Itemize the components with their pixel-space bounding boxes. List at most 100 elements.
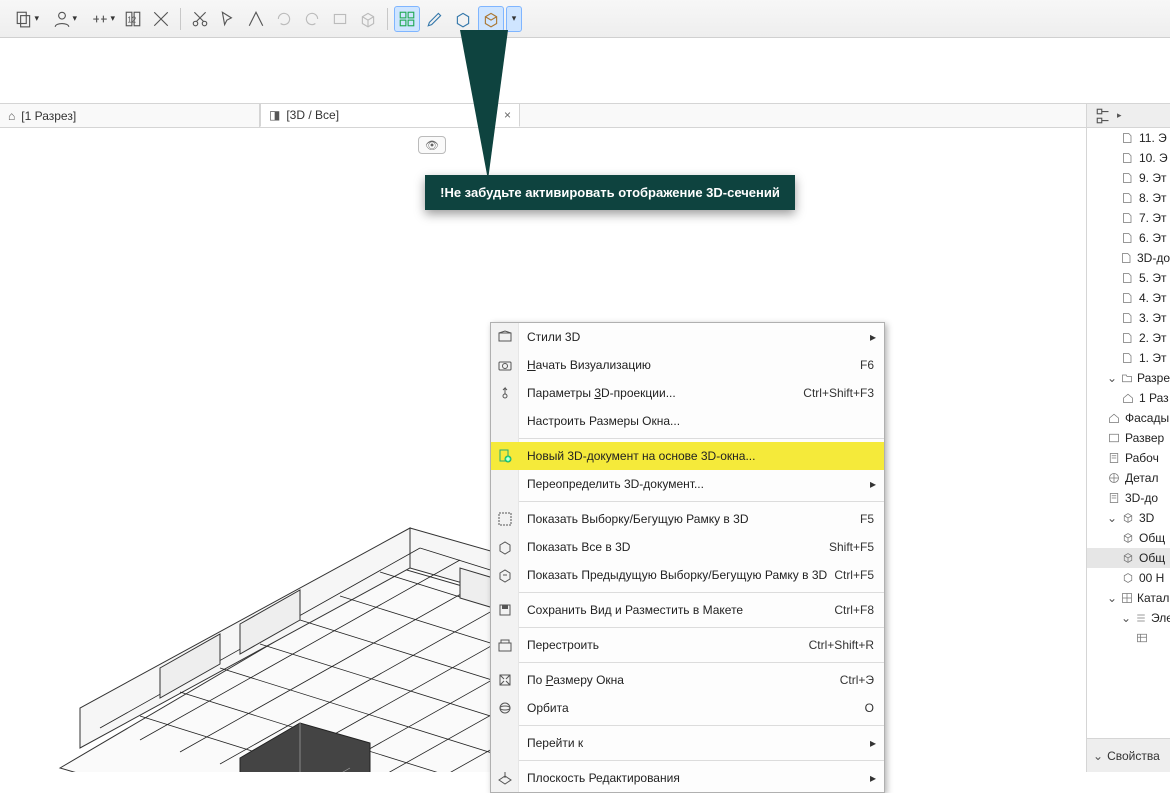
tool-wire[interactable]	[450, 6, 476, 32]
page-icon	[1121, 271, 1135, 285]
navigator-tree[interactable]: 11. Э10. Э9. Эт8. Эт7. Эт6. Эт3D-до5. Эт…	[1087, 128, 1170, 738]
menu-item[interactable]: Параметры 3D-проекции...Ctrl+Shift+F3	[491, 379, 884, 407]
fold-icon	[1121, 371, 1133, 385]
nav-item[interactable]: Рабоч	[1087, 448, 1170, 468]
nav-item[interactable]: ⌄3D	[1087, 508, 1170, 528]
axo-icon	[1121, 571, 1135, 585]
nav-item[interactable]: Детал	[1087, 468, 1170, 488]
nav-item-label: Фасады	[1125, 411, 1169, 425]
tool-grid[interactable]: 12	[120, 6, 146, 32]
nav-item[interactable]: 6. Эт	[1087, 228, 1170, 248]
nav-item[interactable]: ⌄Катало	[1087, 588, 1170, 608]
properties-bar[interactable]: ⌄ Свойства	[1086, 738, 1170, 772]
tool-rect[interactable]	[327, 6, 353, 32]
nav-item[interactable]: 5. Эт	[1087, 268, 1170, 288]
tool-link[interactable]: ▾	[82, 6, 118, 32]
submenu-arrow-icon: ▸	[870, 771, 884, 785]
tool-bound[interactable]	[243, 6, 269, 32]
page-icon	[1121, 131, 1135, 145]
nav-item-label: Детал	[1125, 471, 1158, 485]
menu-item[interactable]: По Размеру ОкнаCtrl+Э	[491, 666, 884, 694]
proj-icon	[491, 379, 519, 407]
list-icon	[1135, 611, 1147, 625]
menu-item[interactable]: Стили 3D▸	[491, 323, 884, 351]
menu-item[interactable]: Показать Выборку/Бегущую Рамку в 3DF5	[491, 505, 884, 533]
save-icon	[491, 596, 519, 624]
newdoc-icon	[491, 442, 519, 470]
toolbar-separator	[180, 8, 181, 30]
cube-icon	[1121, 551, 1135, 565]
tool-rot[interactable]	[271, 6, 297, 32]
properties-label: Свойства	[1107, 749, 1160, 763]
tool-group[interactable]	[394, 6, 420, 32]
page-icon	[1121, 191, 1135, 205]
tool-user[interactable]: ▾	[44, 6, 80, 32]
nav-item[interactable]: 1. Эт	[1087, 348, 1170, 368]
tool-3dcut-dropdown[interactable]: ▾	[506, 6, 522, 32]
tool-pen[interactable]	[422, 6, 448, 32]
menu-item[interactable]: Показать Предыдущую Выборку/Бегущую Рамк…	[491, 561, 884, 589]
nav-item-label: 5. Эт	[1139, 271, 1166, 285]
svg-text:12: 12	[127, 15, 136, 24]
tool-3dcut[interactable]	[478, 6, 504, 32]
nav-item[interactable]: 7. Эт	[1087, 208, 1170, 228]
menu-item[interactable]: Плоскость Редактирования▸	[491, 764, 884, 792]
nav-item[interactable]	[1087, 628, 1170, 648]
nav-item[interactable]: ⌄Элем	[1087, 608, 1170, 628]
menu-shortcut: Ctrl+Shift+R	[809, 638, 884, 652]
tab-close-icon[interactable]: ×	[504, 108, 511, 122]
callout-tooltip: !Не забудьте активировать отображение 3D…	[425, 175, 795, 210]
menu-item[interactable]: Сохранить Вид и Разместить в МакетеCtrl+…	[491, 596, 884, 624]
tab-label: [3D / Все]	[286, 108, 339, 122]
tool-select[interactable]	[215, 6, 241, 32]
menu-item[interactable]: Начать ВизуализациюF6	[491, 351, 884, 379]
tool-scissors[interactable]	[187, 6, 213, 32]
nav-item[interactable]: 1 Раз	[1087, 388, 1170, 408]
view-eye-badge[interactable]: 👁	[418, 136, 446, 154]
tool-copy[interactable]: ▾	[6, 6, 42, 32]
nav-item[interactable]: 3. Эт	[1087, 308, 1170, 328]
menu-item-label: Новый 3D-документ на основе 3D-окна...	[519, 449, 884, 463]
menu-shortcut: O	[865, 701, 884, 715]
nav-dropdown-icon[interactable]: ▸	[1117, 110, 1122, 121]
house-icon	[1107, 411, 1121, 425]
menu-shortcut: Ctrl+F5	[834, 568, 884, 582]
house-icon	[1121, 391, 1135, 405]
menu-item[interactable]: Показать Все в 3DShift+F5	[491, 533, 884, 561]
nav-item[interactable]: 3D-до	[1087, 488, 1170, 508]
nav-item[interactable]: 10. Э	[1087, 148, 1170, 168]
menu-item-label: Перейти к	[519, 736, 870, 750]
nav-item-label: Разрез	[1137, 371, 1170, 385]
nav-item[interactable]: ⌄Разрез	[1087, 368, 1170, 388]
nav-item[interactable]: Общ	[1087, 548, 1170, 568]
nav-tree-icon[interactable]	[1093, 106, 1115, 126]
menu-item[interactable]: Переопределить 3D-документ...▸	[491, 470, 884, 498]
menu-item[interactable]: Перейти к▸	[491, 729, 884, 757]
nav-item[interactable]: 00 Н	[1087, 568, 1170, 588]
menu-item-label: Показать Все в 3D	[519, 540, 829, 554]
nav-item[interactable]: 9. Эт	[1087, 168, 1170, 188]
tool-3dbox[interactable]	[355, 6, 381, 32]
menu-item[interactable]: Настроить Размеры Окна...	[491, 407, 884, 435]
menu-item[interactable]: Новый 3D-документ на основе 3D-окна...	[491, 442, 884, 470]
nav-item[interactable]: 3D-до	[1087, 248, 1170, 268]
nav-item[interactable]: 4. Эт	[1087, 288, 1170, 308]
nav-item[interactable]: 11. Э	[1087, 128, 1170, 148]
nav-item-label: Общ	[1139, 551, 1165, 565]
tab-section[interactable]: ⌂ [1 Разрез]	[0, 104, 260, 127]
submenu-arrow-icon: ▸	[870, 477, 884, 491]
cube-icon	[1121, 531, 1135, 545]
nav-item[interactable]: Фасады	[1087, 408, 1170, 428]
tool-undo[interactable]	[299, 6, 325, 32]
nav-item[interactable]: 8. Эт	[1087, 188, 1170, 208]
nav-item[interactable]: Развер	[1087, 428, 1170, 448]
nav-item[interactable]: 2. Эт	[1087, 328, 1170, 348]
nav-item[interactable]: Общ	[1087, 528, 1170, 548]
menu-item-label: Настроить Размеры Окна...	[519, 414, 884, 428]
tab-3d[interactable]: ◨ [3D / Все] ×	[260, 103, 520, 127]
nav-item-label: 00 Н	[1139, 571, 1164, 585]
menu-item[interactable]: ОрбитаO	[491, 694, 884, 722]
tool-dim[interactable]	[148, 6, 174, 32]
marq-icon	[491, 505, 519, 533]
menu-item[interactable]: ПерестроитьCtrl+Shift+R	[491, 631, 884, 659]
